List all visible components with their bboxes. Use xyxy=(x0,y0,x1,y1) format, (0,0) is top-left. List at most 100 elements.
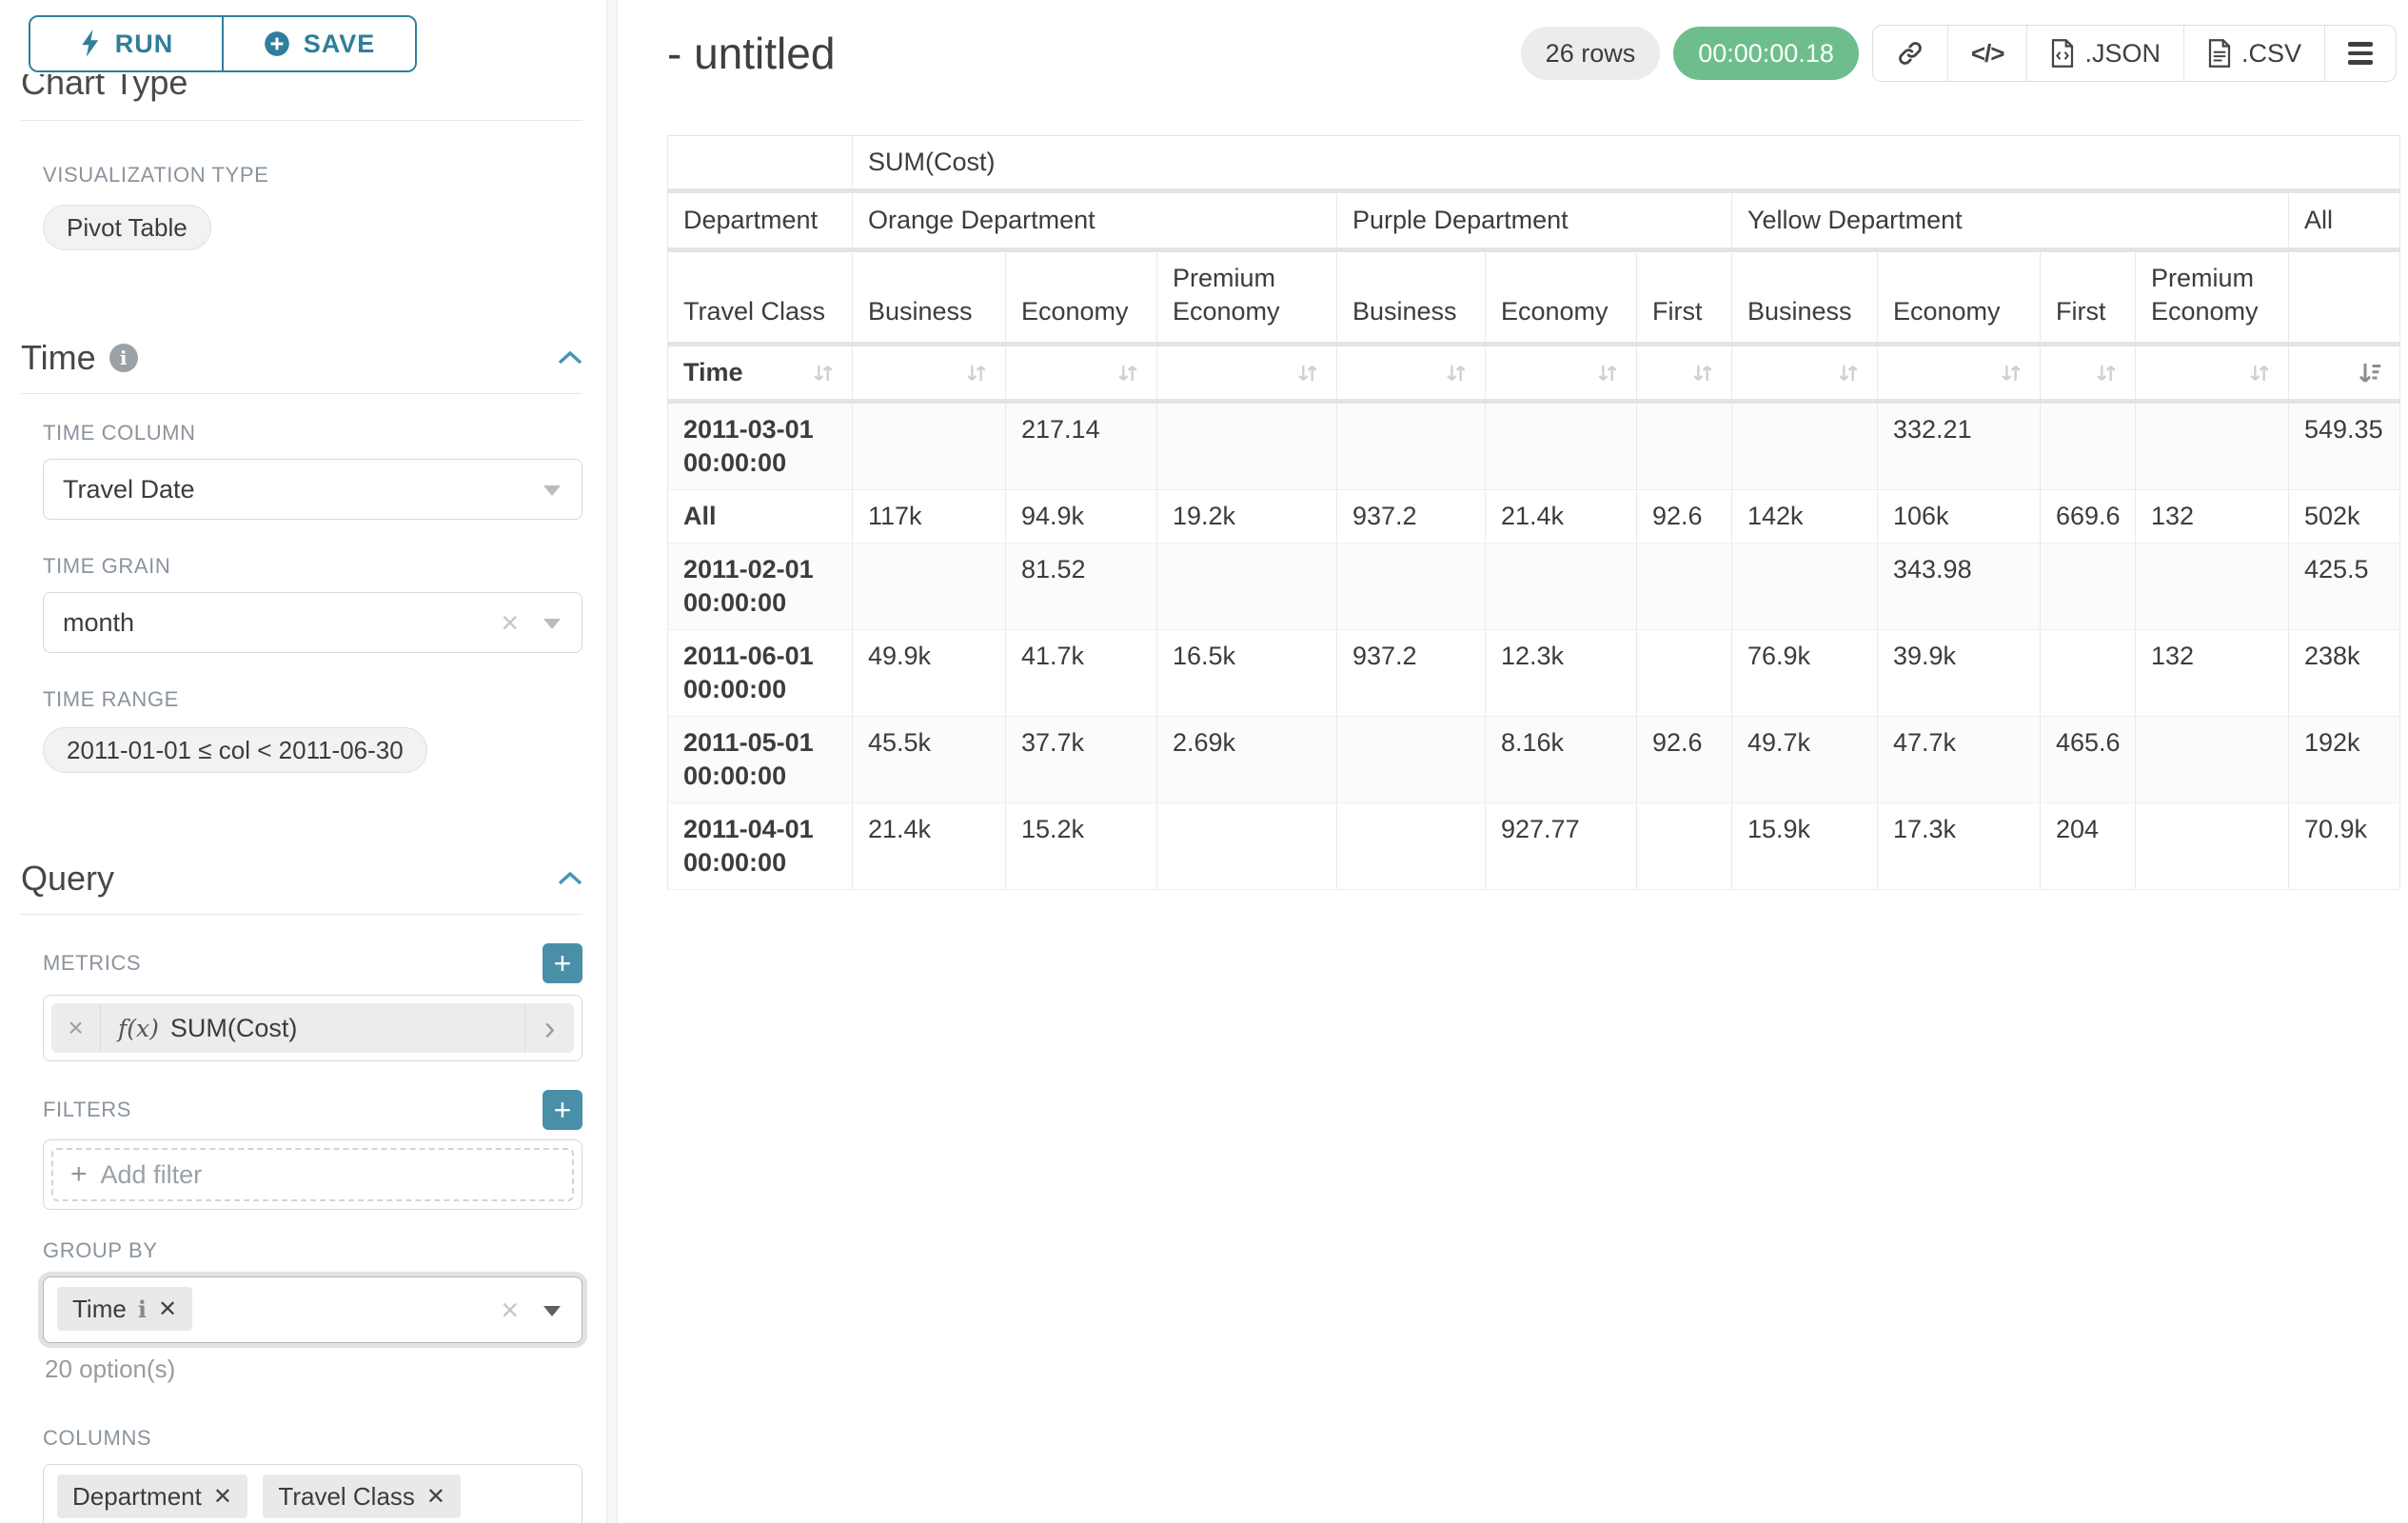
add-filter-button[interactable]: + xyxy=(543,1090,582,1130)
sort-icon[interactable] xyxy=(2093,360,2120,386)
sort-header-cell[interactable] xyxy=(2289,345,2400,402)
class-header-cell xyxy=(2289,250,2400,345)
value-cell xyxy=(853,402,1006,490)
group-by-select[interactable]: Time i ✕ × xyxy=(43,1276,582,1343)
time-column-select[interactable]: Travel Date xyxy=(43,459,582,520)
sort-icon[interactable] xyxy=(1998,360,2024,386)
remove-pill-icon[interactable]: ✕ xyxy=(158,1296,177,1323)
department-row-label: Department xyxy=(668,191,853,250)
chart-title[interactable]: - untitled xyxy=(667,28,835,79)
time-range-value[interactable]: 2011-01-01 ≤ col < 2011-06-30 xyxy=(43,727,427,773)
export-json-button[interactable]: .JSON xyxy=(2026,26,2183,81)
columns-select[interactable]: Department ✕ Travel Class ✕ × xyxy=(43,1464,582,1523)
plus-icon: + xyxy=(70,1158,88,1191)
sort-icon[interactable] xyxy=(2246,360,2273,386)
sort-header-cell[interactable] xyxy=(1732,345,1878,402)
sort-header-cell[interactable] xyxy=(1006,345,1157,402)
chevron-up-icon[interactable] xyxy=(558,872,582,885)
value-cell xyxy=(1157,402,1337,490)
sort-icon[interactable] xyxy=(963,360,990,386)
value-cell: 49.9k xyxy=(853,630,1006,717)
sort-desc-icon[interactable] xyxy=(2356,359,2384,387)
time-grain-label: TIME GRAIN xyxy=(43,554,582,579)
query-section-header[interactable]: Query xyxy=(21,859,582,914)
sort-icon[interactable] xyxy=(1835,360,1862,386)
columns-pill[interactable]: Travel Class ✕ xyxy=(263,1474,461,1518)
chevron-up-icon[interactable] xyxy=(558,351,582,365)
table-row: 2011-06-01 00:00:0049.9k41.7k16.5k937.21… xyxy=(668,630,2400,717)
value-cell: 19.2k xyxy=(1157,490,1337,544)
share-link-button[interactable] xyxy=(1873,26,1947,81)
sort-icon[interactable] xyxy=(1689,360,1716,386)
sort-header-cell[interactable] xyxy=(1157,345,1337,402)
columns-pill[interactable]: Department ✕ xyxy=(57,1474,247,1518)
divider xyxy=(21,914,582,915)
metric-pill[interactable]: × f(x) SUM(Cost) › xyxy=(51,1003,574,1053)
clear-icon[interactable]: × xyxy=(501,1518,519,1523)
sort-header-cell[interactable] xyxy=(1486,345,1637,402)
sort-header-cell[interactable] xyxy=(1337,345,1486,402)
time-sort-header[interactable]: Time xyxy=(668,345,853,402)
add-filter-dropzone[interactable]: + Add filter xyxy=(51,1148,574,1201)
link-icon xyxy=(1896,39,1924,68)
value-cell: 502k xyxy=(2289,490,2400,544)
time-grain-select[interactable]: month × xyxy=(43,592,582,653)
run-button[interactable]: RUN xyxy=(30,17,222,70)
sort-icon[interactable] xyxy=(810,360,837,386)
clear-icon[interactable]: × xyxy=(501,1295,519,1325)
sort-header-cell[interactable] xyxy=(1637,345,1732,402)
view-query-button[interactable]: </> xyxy=(1947,26,2027,81)
class-header-cell: Business xyxy=(853,250,1006,345)
value-cell xyxy=(1486,544,1637,630)
department-header-cell: All xyxy=(2289,191,2400,250)
sort-header-cell[interactable] xyxy=(2136,345,2289,402)
pivot-corner-cell xyxy=(668,136,853,191)
class-header-cell: First xyxy=(1637,250,1732,345)
class-header-cell: First xyxy=(2041,250,2136,345)
visualization-type-value[interactable]: Pivot Table xyxy=(43,205,211,250)
time-section-header[interactable]: Time i xyxy=(21,338,582,393)
sort-header-cell[interactable] xyxy=(2041,345,2136,402)
sort-icon[interactable] xyxy=(1594,360,1621,386)
value-cell: 16.5k xyxy=(1157,630,1337,717)
chevron-down-icon[interactable] xyxy=(543,485,561,496)
chevron-down-icon[interactable] xyxy=(543,1306,561,1316)
group-by-pill[interactable]: Time i ✕ xyxy=(57,1287,192,1331)
time-column-label: TIME COLUMN xyxy=(43,421,582,445)
clear-icon[interactable]: × xyxy=(501,607,519,638)
sort-header-cell[interactable] xyxy=(853,345,1006,402)
add-filter-placeholder: Add filter xyxy=(101,1160,203,1190)
value-cell: 49.7k xyxy=(1732,717,1878,803)
sort-header-cell[interactable] xyxy=(1878,345,2041,402)
value-cell: 37.7k xyxy=(1006,717,1157,803)
sort-icon[interactable] xyxy=(1294,360,1321,386)
chevron-right-icon[interactable]: › xyxy=(524,1003,574,1053)
export-csv-button[interactable]: .CSV xyxy=(2183,26,2324,81)
value-cell: 106k xyxy=(1878,490,2041,544)
value-cell xyxy=(853,544,1006,630)
row-count-badge: 26 rows xyxy=(1521,27,1661,80)
run-label: RUN xyxy=(115,30,174,59)
remove-pill-icon[interactable]: ✕ xyxy=(213,1483,232,1511)
value-cell: 76.9k xyxy=(1732,630,1878,717)
info-icon: i xyxy=(109,344,138,372)
remove-pill-icon[interactable]: ✕ xyxy=(426,1483,445,1511)
time-section-title: Time xyxy=(21,338,96,378)
save-button[interactable]: SAVE xyxy=(222,17,415,70)
group-by-options-hint: 20 option(s) xyxy=(45,1355,582,1384)
remove-metric-icon[interactable]: × xyxy=(51,1003,101,1053)
value-cell: 94.9k xyxy=(1006,490,1157,544)
value-cell xyxy=(2041,544,2136,630)
value-cell xyxy=(2041,630,2136,717)
menu-button[interactable] xyxy=(2324,26,2396,81)
panel-resize-gutter[interactable] xyxy=(606,0,618,1523)
table-row: 2011-05-01 00:00:0045.5k37.7k2.69k8.16k9… xyxy=(668,717,2400,803)
table-row: 2011-02-01 00:00:0081.52343.98425.5 xyxy=(668,544,2400,630)
add-metric-button[interactable]: + xyxy=(543,943,582,983)
sort-icon[interactable] xyxy=(1443,360,1470,386)
sort-icon[interactable] xyxy=(1115,360,1141,386)
value-cell xyxy=(1637,630,1732,717)
value-cell: 21.4k xyxy=(853,803,1006,890)
chevron-down-icon[interactable] xyxy=(543,619,561,629)
group-by-label: GROUP BY xyxy=(43,1238,582,1263)
